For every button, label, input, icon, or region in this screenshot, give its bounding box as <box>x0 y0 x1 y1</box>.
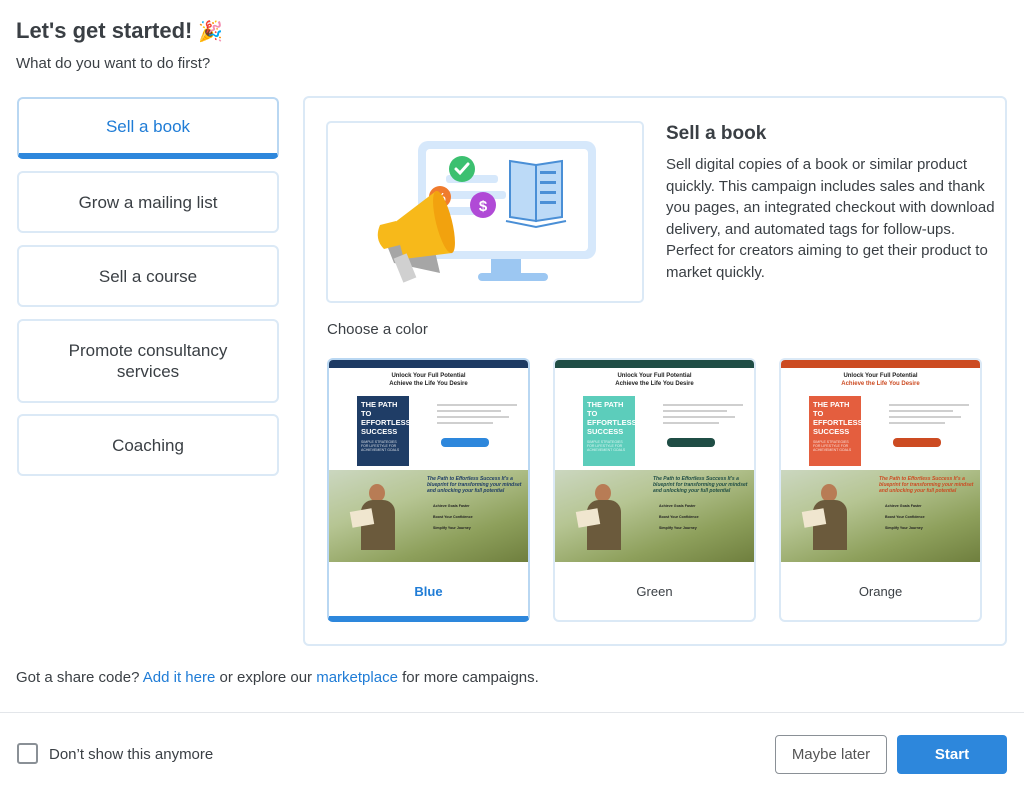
preview-person <box>801 480 847 550</box>
preview-item: Achieve Goals Faster <box>659 504 696 508</box>
preview-cta-button <box>667 438 715 447</box>
page-title: Let's get started! 🎉 <box>16 18 223 44</box>
preview-photo-caption: The Path to Effortless Success It's a bl… <box>653 476 748 494</box>
detail-description: Sell digital copies of a book or similar… <box>666 156 995 281</box>
preview-book-title: THE PATH TO EFFORTLESS SUCCESS <box>587 400 637 436</box>
preview-headline-2: Achieve the Life You Desire <box>841 381 920 387</box>
page-subtitle: What do you want to do first? <box>16 55 211 72</box>
share-code-suffix: for more campaigns. <box>402 669 539 686</box>
preview-person <box>575 480 621 550</box>
preview-item: Simplify Your Journey <box>433 526 471 530</box>
option-label: Coaching <box>112 435 184 455</box>
marketplace-link[interactable]: marketplace <box>316 669 398 686</box>
option-coaching[interactable]: Coaching <box>17 414 279 476</box>
option-sell-a-course[interactable]: Sell a course <box>17 245 279 307</box>
theme-card-green[interactable]: Unlock Your Full Potential Achieve the L… <box>553 358 756 622</box>
preview-photo: The Path to Effortless Success It's a bl… <box>781 470 980 562</box>
preview-photo-caption: The Path to Effortless Success It's a bl… <box>879 476 974 494</box>
preview-book-cover: THE PATH TO EFFORTLESS SUCCESS SIMPLE ST… <box>583 396 637 466</box>
start-button[interactable]: Start <box>897 735 1007 774</box>
preview-headline-2: Achieve the Life You Desire <box>615 381 694 387</box>
detail-title: Sell a book <box>666 123 767 144</box>
preview-photo: The Path to Effortless Success It's a bl… <box>555 470 754 562</box>
preview-text-lines <box>437 404 517 428</box>
share-code-middle: or explore our <box>219 669 313 686</box>
preview-photo: The Path to Effortless Success It's a bl… <box>329 470 528 562</box>
theme-card-blue[interactable]: Unlock Your Full Potential Achieve the L… <box>327 358 530 622</box>
choose-color-label: Choose a color <box>327 321 428 338</box>
dont-show-checkbox[interactable] <box>17 743 38 764</box>
preview-headline: Unlock Your Full Potential Achieve the L… <box>329 372 528 388</box>
theme-label: Blue <box>414 583 443 599</box>
preview-text-lines <box>663 404 743 428</box>
dollar-icon: $ <box>470 192 496 218</box>
option-label: Sell a book <box>105 116 191 136</box>
illustration-svg: % $ <box>377 141 596 283</box>
option-label: Promote consultancy services <box>68 341 228 381</box>
theme-label: Orange <box>858 583 903 599</box>
check-icon <box>449 156 475 182</box>
theme-topbar <box>555 360 754 368</box>
option-label: Grow a mailing list <box>78 192 218 212</box>
preview-cta-button <box>893 438 941 447</box>
dont-show-label[interactable]: Don’t show this anymore <box>49 746 213 763</box>
preview-book-subtitle: SIMPLE STRATEGIES FOR LIFESTYLE FOR ACHI… <box>361 440 400 452</box>
preview-photo-caption: The Path to Effortless Success It's a bl… <box>427 476 522 494</box>
preview-headline-1: Unlock Your Full Potential <box>391 373 466 379</box>
theme-topbar <box>781 360 980 368</box>
preview-headline: Unlock Your Full Potential Achieve the L… <box>555 372 754 388</box>
book-icon <box>505 159 567 229</box>
preview-item: Boost Your Confidence <box>659 515 699 519</box>
party-popper-icon: 🎉 <box>198 20 224 43</box>
preview-headline-1: Unlock Your Full Potential <box>843 373 918 379</box>
preview-item: Achieve Goals Faster <box>885 504 922 508</box>
theme-preview-hero: Unlock Your Full Potential Achieve the L… <box>781 368 980 470</box>
theme-preview-hero: Unlock Your Full Potential Achieve the L… <box>329 368 528 470</box>
preview-person <box>349 480 395 550</box>
preview-photo-items: Achieve Goals Faster Boost Your Confiden… <box>885 504 975 537</box>
preview-item: Boost Your Confidence <box>885 515 925 519</box>
preview-book-title: THE PATH TO EFFORTLESS SUCCESS <box>813 400 863 436</box>
preview-headline: Unlock Your Full Potential Achieve the L… <box>781 372 980 388</box>
preview-text-lines <box>889 404 969 428</box>
svg-text:$: $ <box>479 198 488 215</box>
preview-book-cover: THE PATH TO EFFORTLESS SUCCESS SIMPLE ST… <box>357 396 411 466</box>
preview-cta-button <box>441 438 489 447</box>
theme-topbar <box>329 360 528 368</box>
option-grow-mailing-list[interactable]: Grow a mailing list <box>17 171 279 233</box>
preview-headline-2: Achieve the Life You Desire <box>389 381 468 387</box>
maybe-later-button[interactable]: Maybe later <box>775 735 887 774</box>
option-promote-consultancy[interactable]: Promote consultancy services <box>17 319 279 403</box>
share-code-text: Got a share code? Add it here or explore… <box>16 669 539 686</box>
theme-preview-hero: Unlock Your Full Potential Achieve the L… <box>555 368 754 470</box>
preview-book-cover: THE PATH TO EFFORTLESS SUCCESS SIMPLE ST… <box>809 396 863 466</box>
option-sell-a-book[interactable]: Sell a book <box>17 97 279 159</box>
preview-book-subtitle: SIMPLE STRATEGIES FOR LIFESTYLE FOR ACHI… <box>813 440 852 452</box>
preview-item: Simplify Your Journey <box>659 526 697 530</box>
preview-item: Boost Your Confidence <box>433 515 473 519</box>
footer-divider <box>0 712 1024 713</box>
preview-photo-items: Achieve Goals Faster Boost Your Confiden… <box>659 504 749 537</box>
share-code-prefix: Got a share code? <box>16 669 140 686</box>
theme-card-orange[interactable]: Unlock Your Full Potential Achieve the L… <box>779 358 982 622</box>
preview-item: Achieve Goals Faster <box>433 504 470 508</box>
preview-item: Simplify Your Journey <box>885 526 923 530</box>
preview-book-subtitle: SIMPLE STRATEGIES FOR LIFESTYLE FOR ACHI… <box>587 440 626 452</box>
theme-label: Green <box>636 583 673 599</box>
preview-photo-items: Achieve Goals Faster Boost Your Confiden… <box>433 504 523 537</box>
option-label: Sell a course <box>98 266 198 286</box>
add-share-code-link[interactable]: Add it here <box>143 669 216 686</box>
campaign-illustration: % $ <box>326 121 644 303</box>
page-title-text: Let's get started! <box>16 18 193 43</box>
preview-headline-1: Unlock Your Full Potential <box>617 373 692 379</box>
preview-book-title: THE PATH TO EFFORTLESS SUCCESS <box>361 400 411 436</box>
